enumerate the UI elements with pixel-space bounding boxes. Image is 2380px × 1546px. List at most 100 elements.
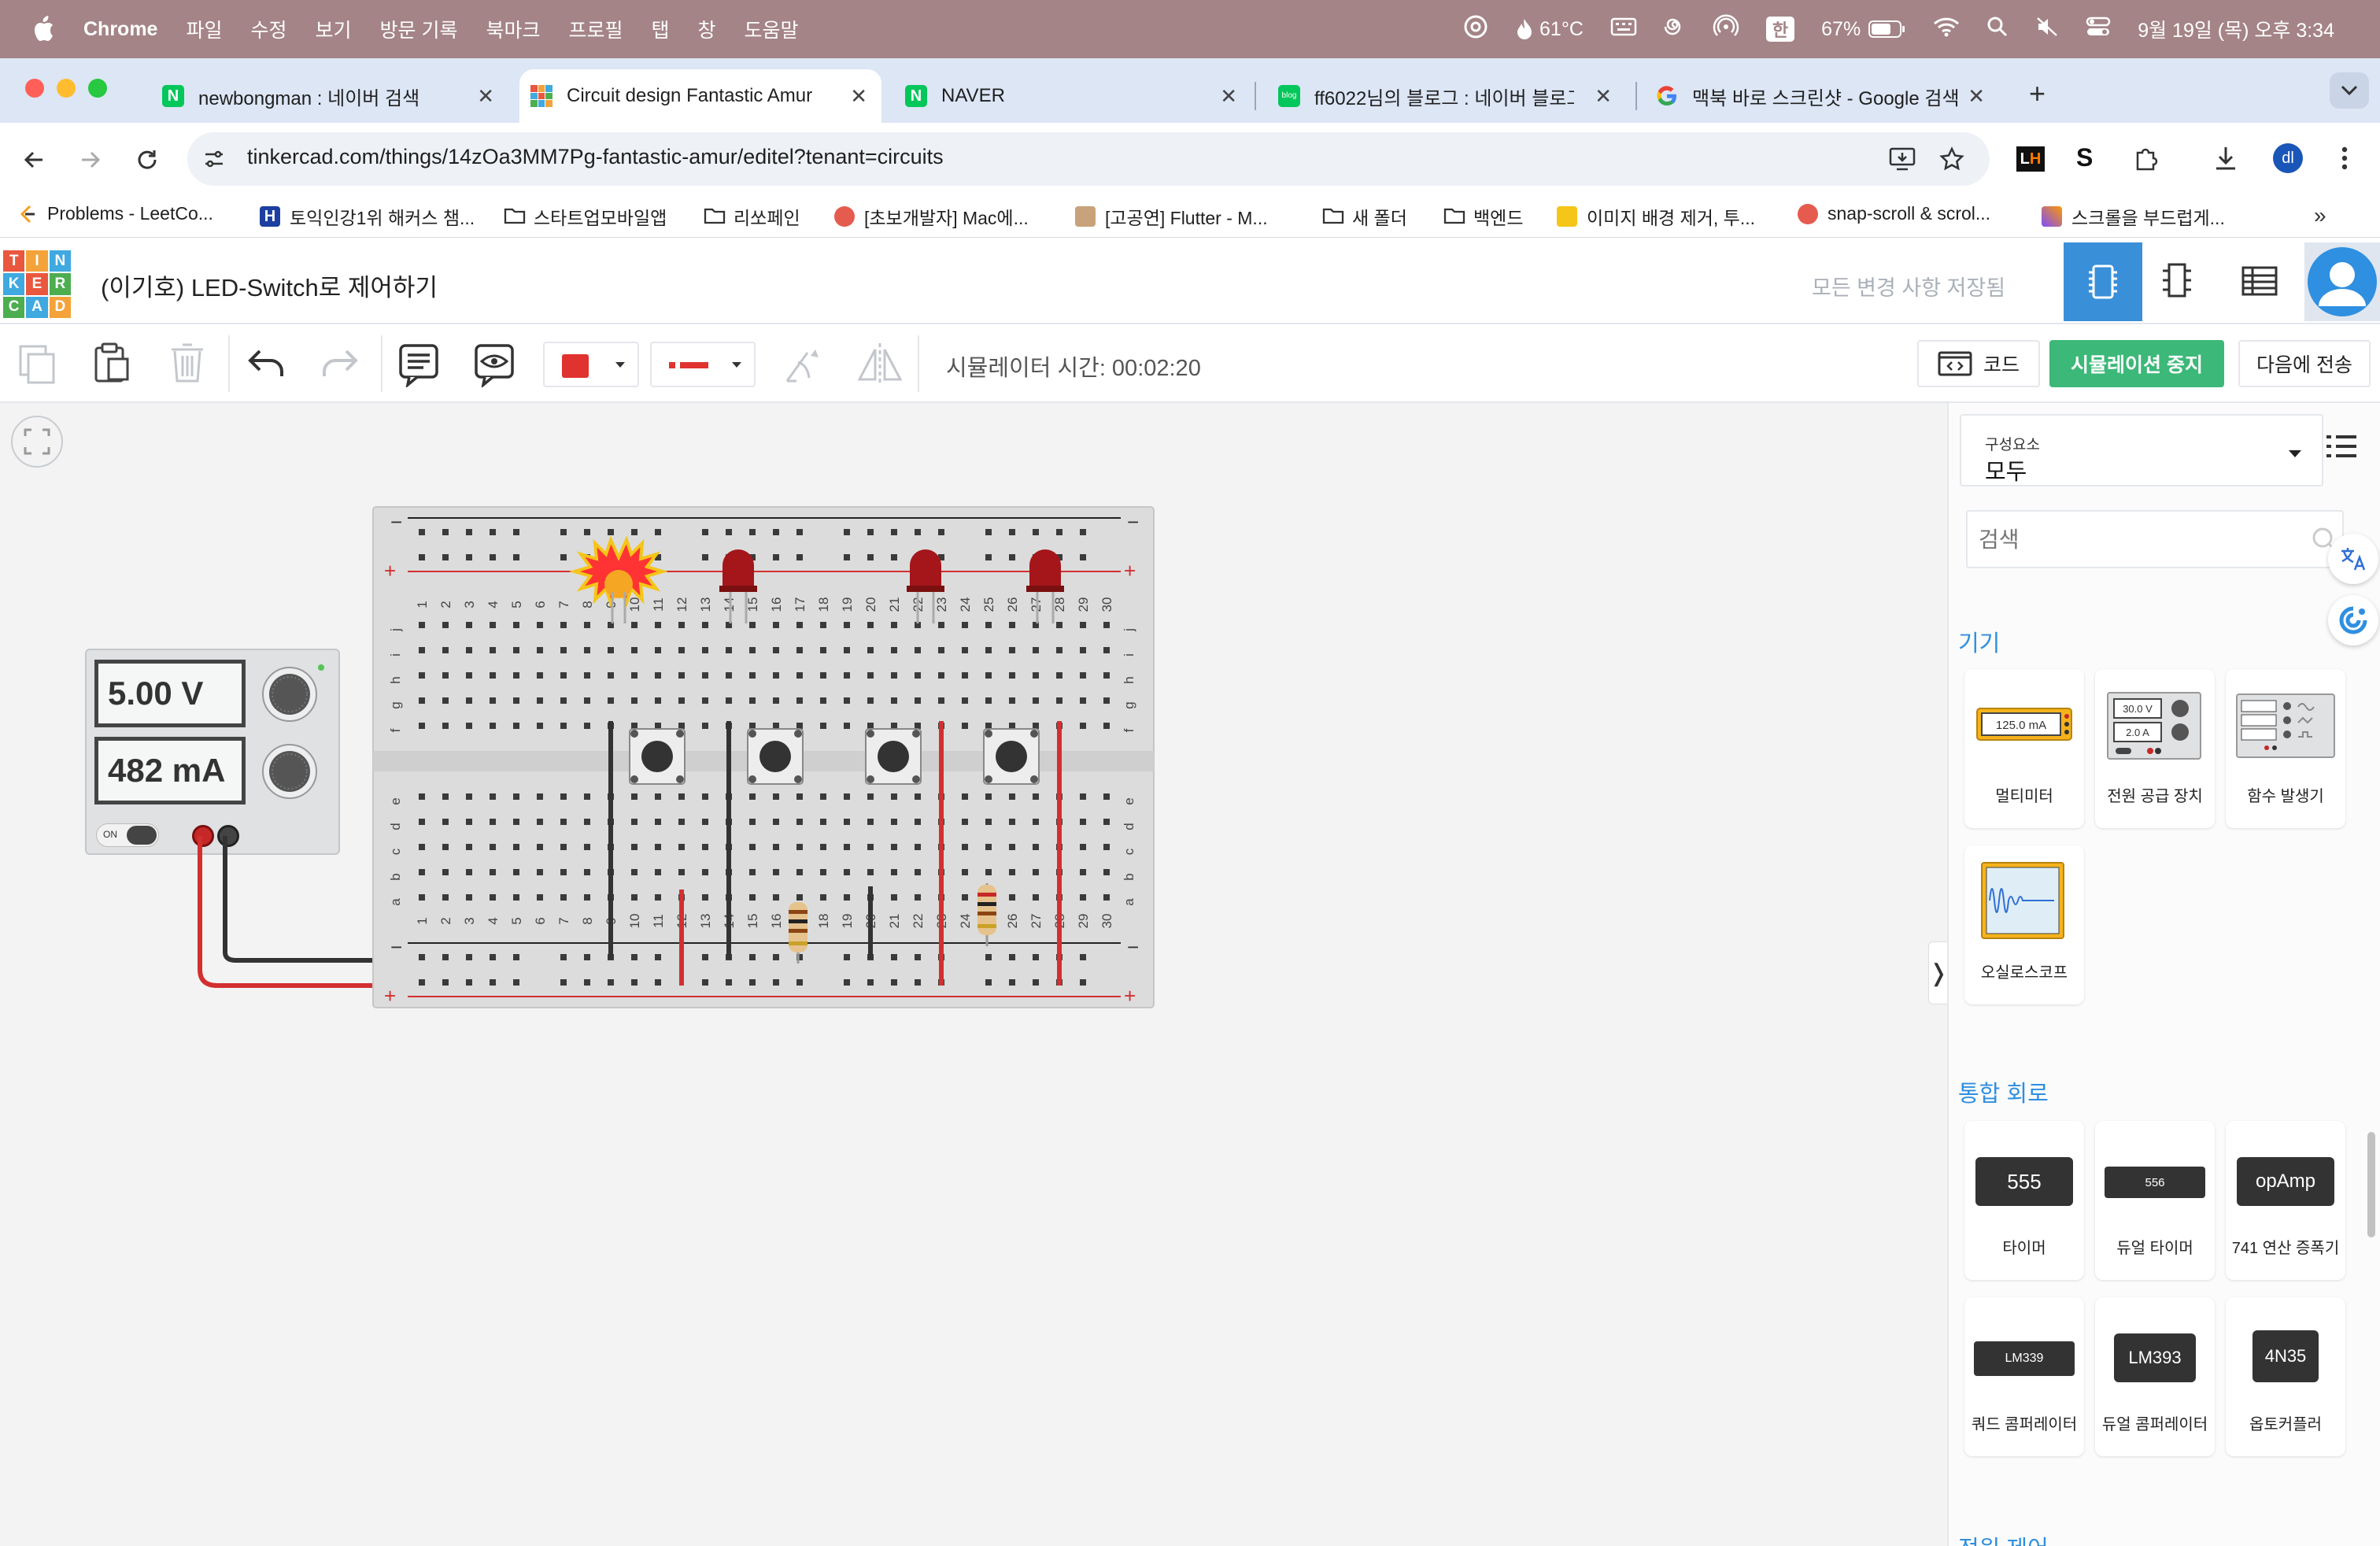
breadboard-hole[interactable] bbox=[584, 647, 590, 653]
breadboard-hole[interactable] bbox=[796, 647, 803, 653]
breadboard-hole[interactable] bbox=[749, 819, 756, 825]
breadboard-hole[interactable] bbox=[773, 844, 779, 850]
breadboard-hole[interactable] bbox=[867, 793, 874, 800]
breadboard-hole[interactable] bbox=[773, 954, 779, 960]
tab-close-icon[interactable]: ✕ bbox=[1968, 84, 1985, 109]
breadboard-hole[interactable] bbox=[867, 622, 874, 628]
breadboard-hole[interactable] bbox=[891, 869, 897, 875]
breadboard-hole[interactable] bbox=[584, 697, 590, 704]
breadboard-hole[interactable] bbox=[1056, 622, 1062, 628]
breadboard-hole[interactable] bbox=[820, 622, 826, 628]
breadboard-hole[interactable] bbox=[560, 622, 567, 628]
breadboard-hole[interactable] bbox=[419, 979, 425, 986]
breadboard-hole[interactable] bbox=[655, 819, 661, 825]
breadboard-hole[interactable] bbox=[513, 954, 519, 960]
breadboard-hole[interactable] bbox=[867, 647, 874, 653]
breadboard-hole[interactable] bbox=[702, 622, 708, 628]
breadboard-hole[interactable] bbox=[537, 647, 543, 653]
breadboard-hole[interactable] bbox=[631, 529, 638, 535]
bookmark-item[interactable]: [고공연] Flutter - M... bbox=[1075, 203, 1268, 230]
component-card-dual-comparator[interactable]: LM393 듀얼 콤퍼레이터 bbox=[2095, 1297, 2215, 1456]
breadboard-hole[interactable] bbox=[560, 554, 567, 560]
bookmark-item[interactable]: Problems - LeetCo... bbox=[17, 203, 213, 224]
bookmark-item[interactable]: [초보개발자] Mac에... bbox=[834, 203, 1029, 230]
breadboard-hole[interactable] bbox=[1009, 697, 1015, 704]
menubar-item-history[interactable]: 방문 기록 bbox=[380, 15, 458, 43]
breadboard-hole[interactable] bbox=[442, 819, 449, 825]
breadboard-hole[interactable] bbox=[1009, 554, 1015, 560]
breadboard-hole[interactable] bbox=[985, 672, 992, 679]
breadboard-hole[interactable] bbox=[702, 529, 708, 535]
breadboard-hole[interactable] bbox=[678, 844, 685, 850]
assistant-button[interactable] bbox=[2328, 595, 2378, 645]
breadboard-hole[interactable] bbox=[655, 622, 661, 628]
breadboard-hole[interactable] bbox=[726, 672, 732, 679]
breadboard-hole[interactable] bbox=[560, 723, 567, 729]
breadboard-hole[interactable] bbox=[844, 793, 850, 800]
breadboard-hole[interactable] bbox=[749, 672, 756, 679]
breadboard-hole[interactable] bbox=[1080, 979, 1086, 986]
breadboard-hole[interactable] bbox=[867, 844, 874, 850]
breadboard-hole[interactable] bbox=[490, 979, 496, 986]
stop-simulation-button[interactable]: 시뮬레이션 중지 bbox=[2049, 340, 2224, 387]
send-to-button[interactable]: 다음에 전송 bbox=[2238, 340, 2371, 387]
panel-scrollbar[interactable] bbox=[2367, 1132, 2375, 1237]
breadboard-hole[interactable] bbox=[844, 819, 850, 825]
breadboard-hole[interactable] bbox=[702, 869, 708, 875]
breadboard-hole[interactable] bbox=[820, 672, 826, 679]
breadboard-hole[interactable] bbox=[702, 554, 708, 560]
breadboard-hole[interactable] bbox=[985, 697, 992, 704]
breadboard-hole[interactable] bbox=[1080, 819, 1086, 825]
breadboard-hole[interactable] bbox=[985, 723, 992, 729]
circuit-canvas[interactable]: 5.00 V 482 mA ON − + − + − + − + 1122334… bbox=[0, 403, 1949, 1546]
url-text[interactable]: tinkercad.com/things/14zOa3MM7Pg-fantast… bbox=[247, 145, 944, 169]
browser-tab[interactable]: N NAVER ✕ bbox=[894, 69, 1251, 123]
breadboard-hole[interactable] bbox=[773, 793, 779, 800]
breadboard-hole[interactable] bbox=[796, 554, 803, 560]
breadboard-hole[interactable] bbox=[891, 723, 897, 729]
breadboard-hole[interactable] bbox=[513, 894, 519, 901]
breadboard-hole[interactable] bbox=[537, 819, 543, 825]
breadboard-hole[interactable] bbox=[513, 793, 519, 800]
keyboard-icon[interactable] bbox=[1610, 17, 1637, 43]
redo-icon[interactable] bbox=[321, 348, 359, 383]
notes-visibility-icon[interactable] bbox=[474, 343, 515, 391]
breadboard-hole[interactable] bbox=[1009, 529, 1015, 535]
breadboard-hole[interactable] bbox=[513, 819, 519, 825]
breadboard-hole[interactable] bbox=[962, 723, 968, 729]
breadboard-hole[interactable] bbox=[466, 647, 472, 653]
breadboard-hole[interactable] bbox=[1009, 622, 1015, 628]
breadboard-hole[interactable] bbox=[631, 697, 638, 704]
breadboard-hole[interactable] bbox=[985, 622, 992, 628]
breadboard-hole[interactable] bbox=[796, 793, 803, 800]
breadboard-hole[interactable] bbox=[844, 697, 850, 704]
breadboard-hole[interactable] bbox=[962, 819, 968, 825]
breadboard-hole[interactable] bbox=[1103, 723, 1110, 729]
breadboard-hole[interactable] bbox=[631, 894, 638, 901]
breadboard-hole[interactable] bbox=[419, 672, 425, 679]
breadboard-hole[interactable] bbox=[608, 647, 614, 653]
breadboard-hole[interactable] bbox=[844, 869, 850, 875]
rotate-icon[interactable] bbox=[784, 345, 823, 388]
breadboard-hole[interactable] bbox=[584, 723, 590, 729]
extension-lh-icon[interactable]: LH bbox=[2016, 146, 2045, 172]
paste-icon[interactable] bbox=[93, 342, 131, 388]
breadboard-hole[interactable] bbox=[867, 529, 874, 535]
breadboard-hole[interactable] bbox=[773, 697, 779, 704]
breadboard-hole[interactable] bbox=[702, 697, 708, 704]
tab-close-icon[interactable]: ✕ bbox=[1220, 84, 1237, 109]
breadboard-hole[interactable] bbox=[1009, 793, 1015, 800]
input-method-indicator[interactable]: 한 bbox=[1765, 17, 1795, 42]
breadboard-hole[interactable] bbox=[655, 697, 661, 704]
breadboard-hole[interactable] bbox=[1009, 672, 1015, 679]
breadboard-hole[interactable] bbox=[820, 793, 826, 800]
breadboard-hole[interactable] bbox=[915, 697, 921, 704]
breadboard-hole[interactable] bbox=[490, 672, 496, 679]
breadboard-hole[interactable] bbox=[419, 622, 425, 628]
breadboard-hole[interactable] bbox=[490, 844, 496, 850]
breadboard-hole[interactable] bbox=[584, 869, 590, 875]
breadboard-hole[interactable] bbox=[962, 697, 968, 704]
breadboard-hole[interactable] bbox=[867, 979, 874, 986]
component-card-opamp[interactable]: opAmp 741 연산 증폭기 bbox=[2226, 1121, 2345, 1280]
bookmark-item[interactable]: snap-scroll & scrol... bbox=[1798, 203, 1990, 224]
